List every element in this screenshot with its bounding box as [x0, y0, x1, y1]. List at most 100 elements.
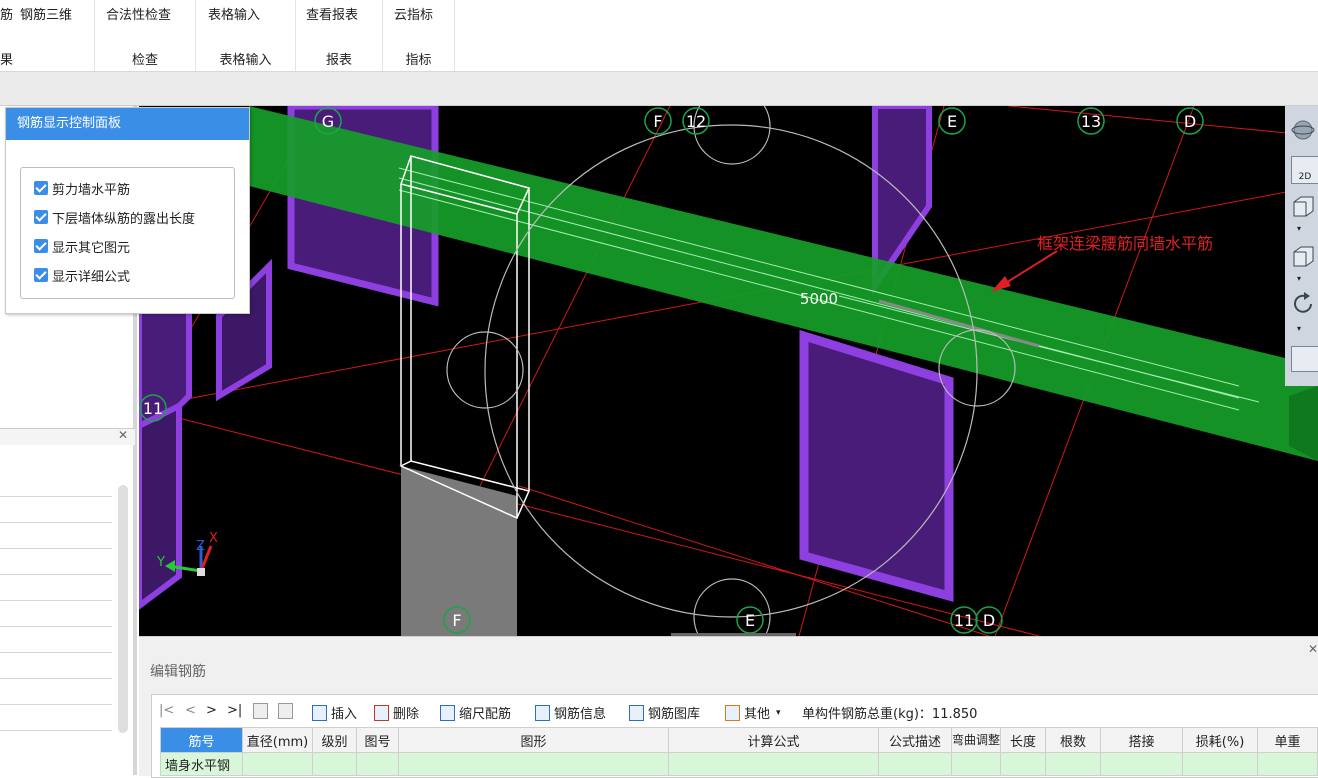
table-cell[interactable]: [1045, 752, 1102, 776]
ribbon-group-label: 果: [0, 53, 14, 68]
last-record-button[interactable]: >|: [227, 703, 242, 718]
column-header[interactable]: 弯曲调整: [950, 727, 1002, 753]
ribbon-group-table-input: 表格输入 表格输入: [196, 0, 296, 71]
checkbox-lower-wall-exposed-length[interactable]: 下层墙体纵筋的露出长度: [34, 208, 195, 227]
list-item[interactable]: [0, 522, 112, 549]
table-cell[interactable]: [1100, 752, 1184, 776]
axis-label: E: [745, 611, 755, 630]
ribbon-group-results: 筋 钢筋三维 果: [0, 0, 95, 71]
axis-label: 13: [1081, 112, 1101, 131]
move-down-icon[interactable]: [278, 703, 297, 719]
column-header[interactable]: 直径(mm): [242, 727, 313, 753]
column-header[interactable]: 公式描述: [878, 727, 952, 753]
table-cell[interactable]: [950, 752, 1002, 776]
insert-button[interactable]: 插入: [312, 703, 357, 722]
checkbox-label: 显示详细公式: [52, 269, 131, 285]
rotate-icon[interactable]: [1291, 292, 1315, 316]
column-header[interactable]: 单重: [1257, 727, 1318, 753]
axis-label: G: [322, 112, 334, 131]
chevron-down-icon[interactable]: ▾: [1297, 224, 1307, 233]
list-item[interactable]: [0, 652, 112, 679]
ribbon-group-label: 指标: [405, 53, 432, 68]
checkbox-shear-wall-horizontal[interactable]: 剪力墙水平筋: [34, 179, 130, 198]
panel-title: 钢筋显示控制面板: [17, 116, 122, 131]
column-header[interactable]: 计算公式: [668, 727, 879, 753]
table-cell[interactable]: [356, 752, 399, 776]
table-input-button[interactable]: 表格输入: [208, 4, 260, 23]
close-icon[interactable]: ✕: [1308, 642, 1318, 656]
delete-icon: [374, 704, 389, 721]
rebar-button[interactable]: 筋: [0, 4, 13, 23]
list-item[interactable]: [0, 678, 112, 705]
axis-label: 11: [143, 399, 163, 418]
chevron-down-icon[interactable]: ▾: [1297, 274, 1307, 283]
view-cube-icon[interactable]: [1291, 244, 1315, 268]
checkbox-show-detailed-formula[interactable]: 显示详细公式: [34, 266, 131, 285]
editor-title: 编辑钢筋: [150, 664, 206, 680]
column-header[interactable]: 图形: [398, 727, 669, 753]
column-header[interactable]: 搭接: [1100, 727, 1184, 753]
list-item[interactable]: [0, 626, 112, 653]
delete-button[interactable]: 删除: [374, 703, 419, 722]
axis-label: F: [452, 611, 461, 630]
table-cell[interactable]: [668, 752, 879, 776]
checkbox-show-other-elements[interactable]: 显示其它图元: [34, 237, 130, 256]
orbit-icon[interactable]: [1291, 118, 1315, 142]
list-item[interactable]: [0, 574, 112, 601]
list-scrollbar[interactable]: [118, 485, 128, 733]
table-cell[interactable]: [878, 752, 952, 776]
gizmo-x-label: X: [209, 531, 218, 546]
scale-rebar-button[interactable]: 缩尺配筋: [440, 703, 511, 722]
column-header[interactable]: 损耗(%): [1182, 727, 1259, 753]
list-item[interactable]: [0, 730, 112, 757]
rebar-editor-panel: 编辑钢筋 |< < > >| 插入 删除 缩尺配筋 钢筋信息 钢筋图库 其他 ▾ …: [139, 636, 1318, 778]
checkbox-icon[interactable]: [34, 268, 48, 282]
table-cell[interactable]: [1257, 752, 1318, 776]
annotation-text: 框架连梁腰筋同墙水平筋: [1037, 234, 1213, 253]
list-item[interactable]: [0, 600, 112, 627]
table-cell[interactable]: [398, 752, 669, 776]
tab-band: [0, 72, 1318, 106]
editor-content: |< < > >| 插入 删除 缩尺配筋 钢筋信息 钢筋图库 其他 ▾ 单构件钢筋…: [151, 694, 1318, 778]
first-record-button[interactable]: |<: [159, 703, 174, 718]
column-header[interactable]: 级别: [312, 727, 357, 753]
checkbox-icon[interactable]: [34, 181, 48, 195]
validity-check-button[interactable]: 合法性检查: [106, 4, 171, 23]
other-icon: [725, 704, 740, 721]
column-header[interactable]: 根数: [1045, 727, 1102, 753]
list-item[interactable]: [0, 548, 112, 575]
table-cell[interactable]: [1182, 752, 1259, 776]
move-up-icon[interactable]: [253, 703, 272, 719]
table-cell[interactable]: [242, 752, 313, 776]
column-header[interactable]: 图号: [356, 727, 399, 753]
table-cell[interactable]: [1000, 752, 1047, 776]
axis-label: 12: [686, 112, 706, 131]
list-item[interactable]: [0, 704, 112, 731]
checkbox-icon[interactable]: [34, 239, 48, 253]
column-header[interactable]: 长度: [1000, 727, 1047, 753]
view-report-button[interactable]: 查看报表: [306, 4, 358, 23]
3d-viewport[interactable]: G F 12 E 13 D 11 F E 11 D 5000 框架连梁腰筋同墙水…: [139, 106, 1318, 636]
panel-title-bar[interactable]: 钢筋显示控制面板: [6, 108, 249, 140]
ribbon-group-label: 检查: [131, 53, 158, 68]
table-row[interactable]: 墙身水平钢: [160, 752, 1318, 776]
column-header[interactable]: 筋号: [160, 727, 243, 753]
chevron-down-icon[interactable]: ▾: [1297, 324, 1307, 333]
rebar-3d-button[interactable]: 钢筋三维: [20, 4, 72, 23]
rebar-library-button[interactable]: 钢筋图库: [629, 703, 700, 722]
grid-view-icon[interactable]: [1291, 346, 1318, 372]
cloud-index-button[interactable]: 云指标: [394, 4, 433, 23]
close-icon[interactable]: ✕: [118, 428, 128, 442]
list-item[interactable]: [0, 496, 112, 523]
rebar-info-button[interactable]: 钢筋信息: [535, 703, 606, 722]
table-cell[interactable]: 墙身水平钢: [160, 752, 243, 776]
view-cube-icon[interactable]: [1291, 194, 1315, 218]
rebar-display-control-panel: 钢筋显示控制面板 剪力墙水平筋 下层墙体纵筋的露出长度 显示其它图元 显示详细公…: [5, 107, 250, 314]
prev-record-button[interactable]: <: [185, 703, 196, 718]
axis-label: 11: [954, 611, 974, 630]
view-2d-button[interactable]: 2D: [1291, 156, 1318, 184]
next-record-button[interactable]: >: [206, 703, 217, 718]
other-dropdown-button[interactable]: 其他 ▾: [725, 703, 781, 722]
checkbox-icon[interactable]: [34, 210, 48, 224]
table-cell[interactable]: [312, 752, 357, 776]
